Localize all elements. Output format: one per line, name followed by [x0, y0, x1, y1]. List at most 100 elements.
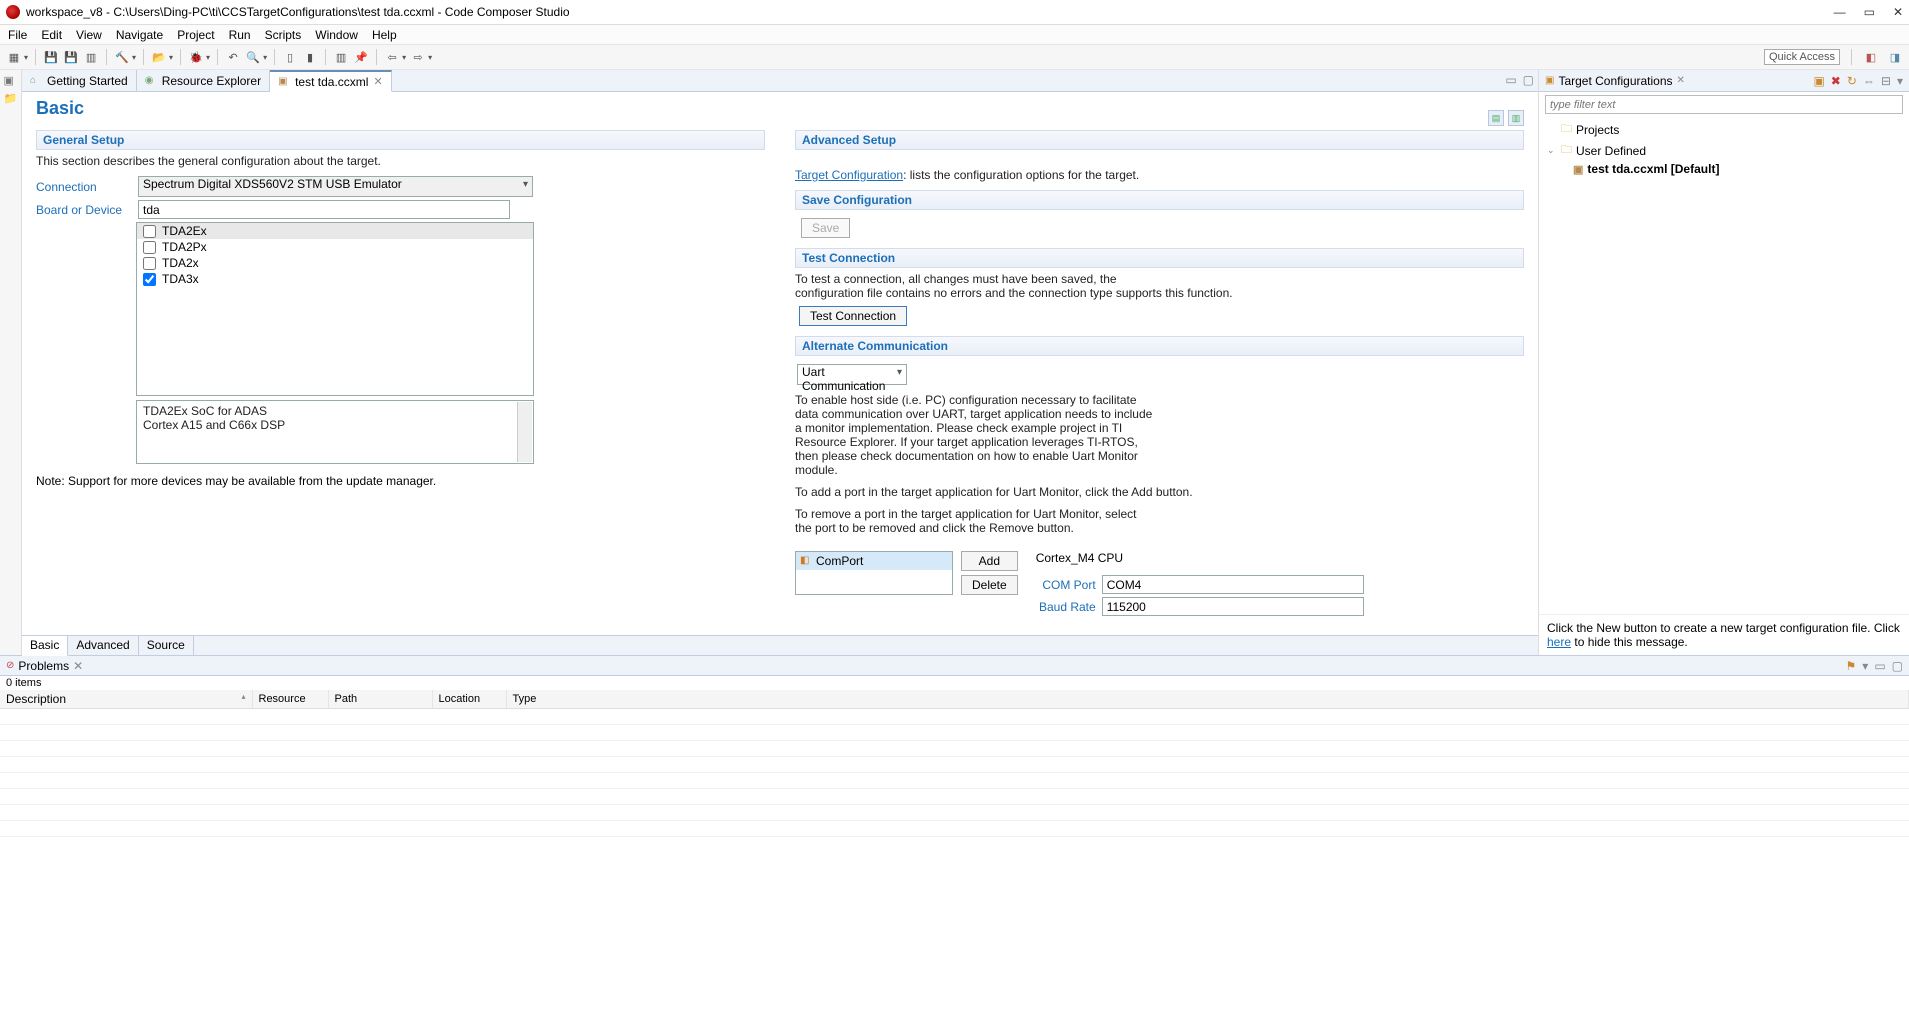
- close-icon[interactable]: ✕: [373, 75, 382, 88]
- menu-scripts[interactable]: Scripts: [265, 28, 302, 42]
- com-port-input[interactable]: [1102, 575, 1364, 594]
- target-configuration-link[interactable]: Target Configuration: [795, 168, 903, 182]
- alt-comm-select[interactable]: Uart Communication: [797, 364, 907, 385]
- device-list[interactable]: TDA2Ex TDA2Px TDA2x TDA3x: [136, 222, 534, 396]
- save-icon[interactable]: 💾: [43, 49, 59, 65]
- baud-rate-input[interactable]: [1102, 597, 1364, 616]
- tree-item-user-defined[interactable]: ⌄ 🗀 User Defined: [1547, 140, 1901, 161]
- left-toolbar: ▣ 📁: [0, 70, 22, 655]
- menu-run[interactable]: Run: [229, 28, 251, 42]
- table-row: [0, 789, 1909, 805]
- quick-access[interactable]: Quick Access: [1764, 49, 1840, 65]
- tab-test-tda-ccxml[interactable]: ▣ test tda.ccxml ✕: [270, 70, 392, 92]
- device-row[interactable]: TDA3x: [137, 271, 533, 287]
- globe-icon: ◉: [145, 75, 157, 87]
- general-setup-desc: This section describes the general confi…: [36, 154, 765, 168]
- maximize-icon[interactable]: ▢: [1892, 659, 1903, 673]
- filters-icon[interactable]: ⚑: [1846, 659, 1857, 673]
- col-type[interactable]: Type: [506, 690, 1909, 709]
- build-icon[interactable]: 🔨: [114, 49, 130, 65]
- expander-icon[interactable]: ⌄: [1547, 145, 1557, 156]
- col-path[interactable]: Path: [328, 690, 432, 709]
- connection-select[interactable]: Spectrum Digital XDS560V2 STM USB Emulat…: [138, 176, 533, 197]
- table-row: [0, 773, 1909, 789]
- col-location[interactable]: Location: [432, 690, 506, 709]
- new-target-cfg-icon[interactable]: ▣: [1813, 74, 1824, 88]
- menu-view[interactable]: View: [76, 28, 102, 42]
- view-menu-icon[interactable]: ▾: [1897, 74, 1903, 88]
- problems-title: Problems: [18, 659, 69, 673]
- maximize-view-icon[interactable]: ▢: [1523, 73, 1534, 87]
- device-row[interactable]: TDA2Px: [137, 239, 533, 255]
- bottom-tab-source[interactable]: Source: [139, 636, 194, 655]
- prev-anno-icon[interactable]: ▮: [302, 49, 318, 65]
- collapse-all-icon[interactable]: ⊟: [1881, 74, 1891, 88]
- menu-file[interactable]: File: [8, 28, 27, 42]
- debug-icon[interactable]: 🐞: [188, 49, 204, 65]
- tab-resource-explorer[interactable]: ◉ Resource Explorer: [137, 70, 270, 91]
- comport-item[interactable]: ◧ ComPort: [796, 552, 952, 570]
- menu-edit[interactable]: Edit: [41, 28, 62, 42]
- close-view-icon[interactable]: ✕: [73, 659, 83, 673]
- menu-help[interactable]: Help: [372, 28, 397, 42]
- footer-here-link[interactable]: here: [1547, 635, 1571, 649]
- target-cfg-footer: Click the New button to create a new tar…: [1539, 614, 1909, 655]
- box-icon[interactable]: ▥: [83, 49, 99, 65]
- perspective-switch-icon[interactable]: ◨: [1887, 49, 1903, 65]
- device-row[interactable]: TDA2Ex: [137, 223, 533, 239]
- view-menu-icon[interactable]: ▾: [1862, 659, 1868, 673]
- delete-button[interactable]: Delete: [961, 575, 1018, 595]
- vertical-layout-icon[interactable]: ▥: [1508, 110, 1524, 126]
- add-button[interactable]: Add: [961, 551, 1018, 571]
- link-icon[interactable]: ⇔: [1863, 74, 1875, 88]
- bottom-tab-advanced[interactable]: Advanced: [68, 636, 138, 655]
- horizontal-layout-icon[interactable]: ▤: [1488, 110, 1504, 126]
- save-button[interactable]: Save: [801, 218, 850, 238]
- tree-item-file[interactable]: ▣ test tda.ccxml [Default]: [1547, 161, 1901, 177]
- tab-list-icon[interactable]: ▥: [333, 49, 349, 65]
- restore-icon[interactable]: ▣: [4, 74, 18, 88]
- device-checkbox-tda2ex[interactable]: [143, 225, 156, 238]
- folder-icon[interactable]: 📂: [151, 49, 167, 65]
- tab-getting-started[interactable]: ⌂ Getting Started: [22, 70, 137, 91]
- bottom-tab-basic[interactable]: Basic: [22, 636, 68, 656]
- menu-window[interactable]: Window: [315, 28, 358, 42]
- new-icon[interactable]: ▦: [6, 49, 22, 65]
- device-checkbox-tda3x[interactable]: [143, 273, 156, 286]
- refresh-icon[interactable]: ↻: [1847, 74, 1857, 88]
- close-window-button[interactable]: ✕: [1893, 5, 1903, 19]
- back-icon[interactable]: ⇦: [384, 49, 400, 65]
- device-checkbox-tda2px[interactable]: [143, 241, 156, 254]
- delete-icon[interactable]: ✖: [1831, 74, 1841, 88]
- forward-icon[interactable]: ⇨: [410, 49, 426, 65]
- minimize-button[interactable]: ―: [1834, 5, 1846, 19]
- test-connection-button[interactable]: Test Connection: [799, 306, 907, 326]
- col-resource[interactable]: Resource: [252, 690, 328, 709]
- pin-icon[interactable]: 📌: [353, 49, 369, 65]
- main-toolbar: ▦▾ 💾 💾 ▥ 🔨▾ 📂▾ 🐞▾ ↶ 🔍▾ ▯ ▮ ▥ 📌 ⇦▾ ⇨▾ Qui…: [0, 45, 1909, 70]
- next-anno-icon[interactable]: ▯: [282, 49, 298, 65]
- menu-navigate[interactable]: Navigate: [116, 28, 163, 42]
- comport-label: ComPort: [816, 554, 863, 568]
- perspective-ccs-icon[interactable]: ◧: [1863, 49, 1879, 65]
- save-all-icon[interactable]: 💾: [63, 49, 79, 65]
- close-view-icon[interactable]: ✕: [1677, 75, 1685, 86]
- comport-list[interactable]: ◧ ComPort: [795, 551, 953, 595]
- project-explorer-icon[interactable]: 📁: [4, 92, 18, 106]
- search-icon[interactable]: 🔍: [245, 49, 261, 65]
- device-name: TDA2Ex: [162, 224, 207, 238]
- maximize-button[interactable]: ▭: [1864, 5, 1875, 19]
- minimize-view-icon[interactable]: ▭: [1505, 73, 1516, 87]
- board-filter-input[interactable]: [138, 200, 510, 219]
- tree-item-projects[interactable]: 🗀 Projects: [1547, 119, 1901, 140]
- prev-edit-icon[interactable]: ↶: [225, 49, 241, 65]
- menu-project[interactable]: Project: [177, 28, 214, 42]
- problems-view: ⊘ Problems ✕ ⚑ ▾ ▭ ▢ 0 items Description…: [0, 655, 1909, 837]
- filter-input[interactable]: [1545, 95, 1903, 114]
- table-row: [0, 757, 1909, 773]
- col-description[interactable]: Description▴: [0, 690, 252, 709]
- device-checkbox-tda2x[interactable]: [143, 257, 156, 270]
- minimize-icon[interactable]: ▭: [1874, 659, 1885, 673]
- board-label: Board or Device: [36, 203, 132, 217]
- device-row[interactable]: TDA2x: [137, 255, 533, 271]
